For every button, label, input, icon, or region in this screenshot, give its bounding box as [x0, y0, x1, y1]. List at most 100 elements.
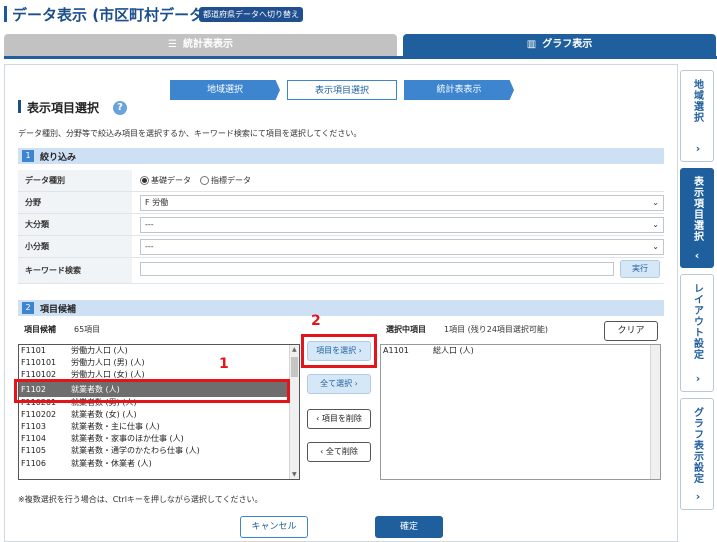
item-name: 就業者数・休業者 (人) — [71, 458, 152, 468]
row-field: 分野 F 労働 ⌄ — [18, 192, 664, 214]
item-code: F1103 — [21, 421, 46, 431]
item-name: 就業者数 (女) (人) — [71, 409, 137, 419]
cancel-button[interactable]: キャンセル — [240, 516, 308, 538]
side-tab-items[interactable]: 表示項目選択 ‹ — [680, 168, 714, 268]
selected-scrollbar[interactable] — [650, 345, 660, 479]
multi-select-note: ※複数選択を行う場合は、Ctrlキーを押しながら選択してください。 — [18, 495, 263, 504]
candidates-count: 65項目 — [74, 325, 101, 334]
chevron-right-icon: › — [695, 490, 701, 503]
selected-list-label: 選択中項目 — [386, 325, 426, 334]
highlight-box-selected-item — [14, 379, 290, 403]
field-label: 分野 — [18, 192, 132, 213]
selected-list-item[interactable]: A1101 総人口 (人) — [381, 345, 660, 357]
candidates-scrollbar[interactable]: ▲ ▼ — [289, 345, 299, 479]
clear-button[interactable]: クリア — [604, 321, 658, 341]
keyword-input[interactable] — [140, 262, 614, 276]
radio-basic-data-label: 基礎データ — [151, 176, 191, 185]
highlight-box-select-button — [301, 334, 377, 368]
table-icon: ☰ — [168, 39, 177, 50]
remove-item-label: 項目を削除 — [321, 414, 362, 423]
section-accent — [18, 100, 21, 113]
data-type-label: データ種別 — [18, 170, 132, 191]
item-name: 就業者数・主に仕事 (人) — [71, 421, 160, 431]
tab-stat-table[interactable]: ☰ 統計表表示 — [4, 34, 397, 56]
selected-listbox[interactable]: A1101 総人口 (人) — [380, 344, 661, 480]
scroll-thumb[interactable] — [291, 357, 298, 377]
radio-basic-data[interactable] — [140, 176, 149, 185]
item-name: 就業者数・家事のほか仕事 (人) — [71, 434, 184, 444]
chevron-down-icon: ⌄ — [652, 242, 659, 251]
remove-all-label: 全て削除 — [325, 447, 358, 456]
side-tab-layout-label: レイアウト設定 — [691, 283, 703, 360]
chevron-left-icon: ‹ — [320, 447, 324, 456]
filter-number: 1 — [22, 150, 34, 162]
candidates-header: 2 項目候補 — [18, 300, 664, 316]
chevron-down-icon: ⌄ — [652, 220, 659, 229]
title-bar: データ表示 (市区町村データ) 都道府県データへ切り替え — [0, 0, 717, 30]
side-tab-layout[interactable]: レイアウト設定 › — [680, 274, 714, 392]
minor-label: 小分類 — [18, 236, 132, 257]
remove-all-button[interactable]: ‹ 全て削除 — [307, 442, 371, 462]
confirm-button[interactable]: 確定 — [375, 516, 443, 538]
item-name: 労働力人口 (人) — [71, 346, 128, 355]
select-all-button[interactable]: 全て選択 › — [307, 374, 371, 394]
step-items: 表示項目選択 — [287, 80, 397, 100]
list-item[interactable]: F1103 就業者数・主に仕事 (人) — [19, 421, 299, 433]
keyword-label: キーワード検索 — [18, 258, 132, 283]
candidates-list-label: 項目候補 — [24, 325, 56, 334]
list-item[interactable]: F1106 就業者数・休業者 (人) — [19, 458, 299, 470]
radio-indicator-data[interactable] — [200, 176, 209, 185]
radio-indicator-data-label: 指標データ — [211, 176, 251, 185]
major-select-value: --- — [145, 220, 154, 229]
step-table: 統計表表示 — [404, 80, 514, 100]
candidates-list-head: 項目候補 65項目 — [24, 320, 294, 342]
row-data-type: データ種別 基礎データ 指標データ — [18, 170, 664, 192]
candidates-number: 2 — [22, 302, 34, 314]
help-icon[interactable]: ? — [113, 101, 127, 115]
list-item[interactable]: F1104 就業者数・家事のほか仕事 (人) — [19, 433, 299, 445]
item-code: F110101 — [21, 358, 57, 368]
item-name: 労働力人口 (男) (人) — [71, 358, 145, 368]
row-major: 大分類 --- ⌄ — [18, 214, 664, 236]
tab-graph-label: グラフ表示 — [542, 39, 593, 50]
candidates-label: 項目候補 — [40, 305, 77, 315]
minor-select-value: --- — [145, 242, 154, 251]
scroll-down-icon[interactable]: ▼ — [292, 471, 297, 478]
item-code: A1101 — [383, 346, 409, 355]
item-code: F1101 — [21, 346, 46, 355]
select-all-label: 全て選択 — [320, 379, 353, 388]
section-title: 表示項目選択 — [27, 101, 100, 115]
filter-label: 絞り込み — [40, 153, 77, 163]
tab-underline — [4, 56, 717, 59]
side-tab-graph-settings-label: グラフ表示設定 — [691, 407, 703, 484]
side-tab-graph-settings[interactable]: グラフ表示設定 › — [680, 398, 714, 510]
item-code: F1106 — [21, 458, 46, 468]
field-select[interactable]: F 労働 ⌄ — [140, 195, 664, 211]
side-tab-region-label: 地域選択 — [691, 79, 703, 123]
annotation-marker-2: 2 — [311, 313, 321, 329]
chevron-right-icon: › — [695, 142, 701, 155]
page-title: データ表示 (市区町村データ) — [12, 6, 211, 24]
major-label: 大分類 — [18, 214, 132, 235]
execute-button[interactable]: 実行 — [620, 260, 660, 278]
filter-form: データ種別 基礎データ 指標データ 分野 F 労働 ⌄ 大分類 --- ⌄ 小分類 … — [18, 170, 664, 284]
field-select-value: F 労働 — [145, 198, 169, 207]
title-accent — [4, 6, 7, 22]
item-name: 就業者数・通学のかたわら仕事 (人) — [71, 446, 200, 456]
switch-prefecture-button[interactable]: 都道府県データへ切り替え — [199, 7, 303, 22]
list-item[interactable]: F110101 労働力人口 (男) (人) — [19, 357, 299, 369]
remove-item-button[interactable]: ‹ 項目を削除 — [307, 409, 371, 429]
list-item[interactable]: F110202 就業者数 (女) (人) — [19, 409, 299, 421]
candidates-listbox[interactable]: F1101 労働力人口 (人) F110101 労働力人口 (男) (人) F110… — [18, 344, 300, 480]
list-item[interactable]: F1101 労働力人口 (人) — [19, 345, 299, 357]
scroll-up-icon[interactable]: ▲ — [292, 346, 297, 353]
major-select[interactable]: --- ⌄ — [140, 217, 664, 233]
row-minor: 小分類 --- ⌄ — [18, 236, 664, 258]
tab-graph[interactable]: ▥ グラフ表示 — [403, 34, 716, 56]
chevron-left-icon: ‹ — [316, 414, 320, 423]
minor-select[interactable]: --- ⌄ — [140, 239, 664, 255]
list-item[interactable]: F1105 就業者数・通学のかたわら仕事 (人) — [19, 445, 299, 457]
selected-list-head: 選択中項目 1項目 (残り24項目選択可能) — [386, 320, 586, 342]
item-code: F110202 — [21, 409, 57, 419]
side-tab-region[interactable]: 地域選択 › — [680, 70, 714, 162]
